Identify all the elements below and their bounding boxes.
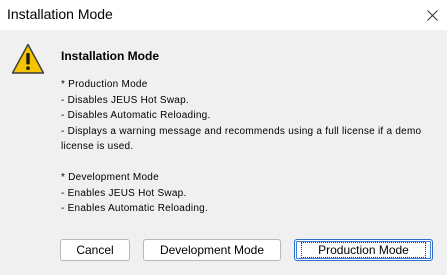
- development-mode-button-label: Development Mode: [159, 243, 265, 257]
- message-line: - Disables Automatic Reloading.: [61, 110, 211, 121]
- message-line: - Enables JEUS Hot Swap.: [61, 187, 187, 199]
- message-line: * Development Mode: [61, 172, 159, 183]
- message-line: - Enables Automatic Reloading.: [61, 203, 209, 214]
- window-title: Installation Mode: [7, 6, 113, 22]
- cancel-button[interactable]: Cancel: [60, 239, 130, 261]
- message-line: - Displays a warning message and recomme…: [61, 125, 422, 137]
- dialog-heading: Installation Mode: [61, 49, 160, 63]
- close-button[interactable]: [417, 0, 447, 30]
- message-spacer: [61, 155, 436, 171]
- cancel-button-label: Cancel: [76, 243, 114, 257]
- warning-icon: [11, 43, 45, 74]
- production-mode-button-label: Production Mode: [301, 242, 426, 258]
- message-line: * Production Mode: [61, 79, 148, 90]
- titlebar[interactable]: Installation Mode: [0, 0, 447, 30]
- close-icon: [426, 9, 438, 21]
- dialog-message: * Production Mode - Disables JEUS Hot Sw…: [61, 77, 436, 217]
- installation-mode-dialog: Installation Mode Installation Mode * Pr…: [0, 0, 447, 275]
- production-mode-button[interactable]: Production Mode: [294, 239, 433, 261]
- development-mode-button[interactable]: Development Mode: [143, 239, 281, 261]
- message-line: license is used.: [61, 141, 134, 152]
- message-line: - Disables JEUS Hot Swap.: [61, 94, 189, 106]
